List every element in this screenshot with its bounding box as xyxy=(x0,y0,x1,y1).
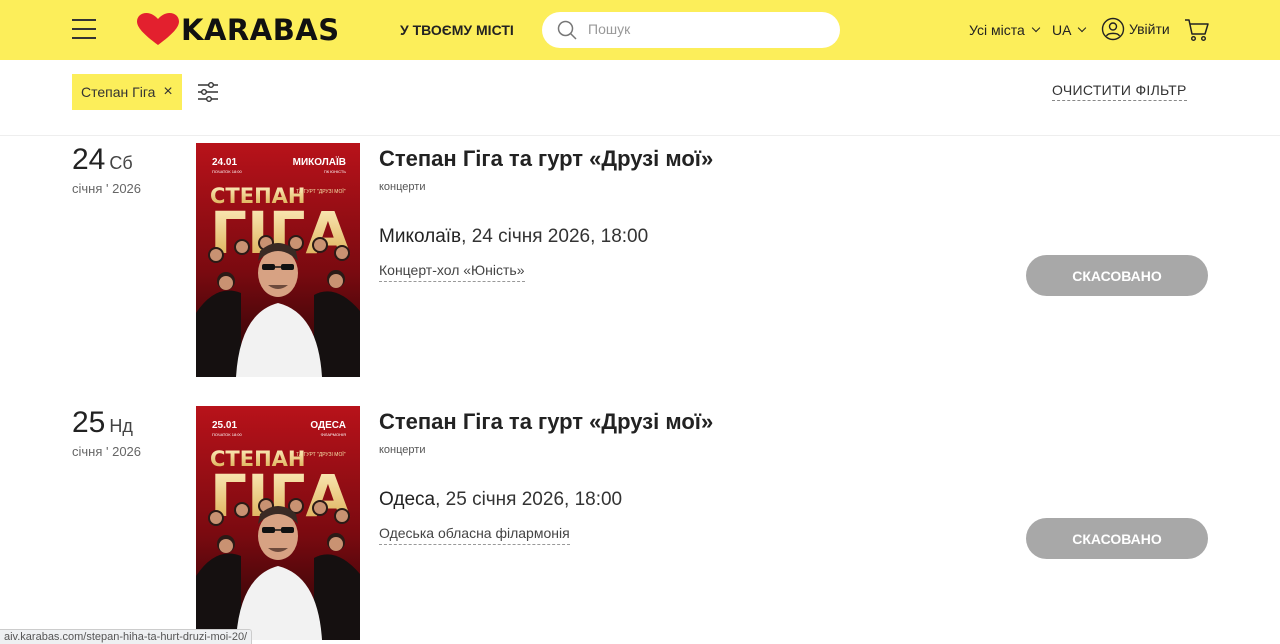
poster-city: МИКОЛАЇВ xyxy=(293,155,346,168)
cancelled-button[interactable]: СКАСОВАНО xyxy=(1026,518,1208,559)
poster-band: ТА ГУРТ "ДРУЗІ МОЇ" xyxy=(296,451,346,458)
cart-icon[interactable] xyxy=(1184,17,1210,43)
event-poster[interactable]: 24.01 ПОЧАТОК 18:00 МИКОЛАЇВ ПК ЮНІСТЬ С… xyxy=(196,143,360,377)
event-poster[interactable]: 25.01 ПОЧАТОК 18:00 ОДЕСА ФІЛАРМОНІЯ СТЕ… xyxy=(196,406,360,640)
search-icon[interactable] xyxy=(557,20,577,40)
filter-settings-icon[interactable] xyxy=(196,80,220,104)
event-month: січня ' 2026 xyxy=(72,444,142,459)
login-button[interactable]: Увійти xyxy=(1101,17,1170,41)
event-city: Одеса xyxy=(379,489,436,510)
menu-icon[interactable] xyxy=(72,19,96,41)
event-day: 25 xyxy=(72,406,106,439)
event-title[interactable]: Степан Гіга та гурт «Друзі мої» xyxy=(379,146,713,172)
language-selector[interactable]: UA xyxy=(1052,22,1087,38)
language-selector-label: UA xyxy=(1052,22,1072,38)
heart-icon xyxy=(137,13,179,45)
event-venue-link[interactable]: Одеська обласна філармонія xyxy=(379,525,570,545)
filter-bar: Степан Гіга × ОЧИСТИТИ ФІЛЬТР xyxy=(0,60,1280,136)
search-input[interactable] xyxy=(588,21,818,37)
poster-time: ПОЧАТОК 18:00 xyxy=(212,169,243,174)
user-icon xyxy=(1101,17,1125,41)
logo-text: KARABAS xyxy=(181,13,340,47)
karabas-logo[interactable]: KARABAS xyxy=(137,13,340,47)
poster-band: ТА ГУРТ "ДРУЗІ МОЇ" xyxy=(296,188,346,195)
event-category[interactable]: концерти xyxy=(379,444,425,456)
poster-hall: ФІЛАРМОНІЯ xyxy=(321,432,347,437)
event-venue-link[interactable]: Концерт-хол «Юність» xyxy=(379,262,525,282)
cancelled-button[interactable]: СКАСОВАНО xyxy=(1026,255,1208,296)
event-date: 25 Нд січня ' 2026 xyxy=(72,406,141,459)
poster-hall: ПК ЮНІСТЬ xyxy=(324,169,347,174)
browser-status-url: aiv.karabas.com/stepan-hiha-ta-hurt-druz… xyxy=(0,629,253,644)
event-day: 24 xyxy=(72,143,106,176)
clear-filter-link[interactable]: ОЧИСТИТИ ФІЛЬТР xyxy=(1052,82,1187,101)
event-item: 25 Нд січня ' 2026 25.01 ПОЧАТОК 18:00 ОД… xyxy=(0,406,1280,644)
city-selector[interactable]: Усі міста xyxy=(969,22,1040,38)
poster-date: 25.01 xyxy=(212,420,237,431)
event-title[interactable]: Степан Гіга та гурт «Друзі мої» xyxy=(379,409,713,435)
top-header: KARABAS У ТВОЄМУ МІСТІ Усі міста UA Увій… xyxy=(0,0,1280,60)
event-category[interactable]: концерти xyxy=(379,181,425,193)
event-place: Миколаїв, 24 січня 2026, 18:00 xyxy=(379,226,648,248)
poster-city: ОДЕСА xyxy=(310,420,346,431)
poster-time: ПОЧАТОК 18:00 xyxy=(212,432,243,437)
event-weekday: Нд xyxy=(109,416,133,436)
poster-image: 25.01 ПОЧАТОК 18:00 ОДЕСА ФІЛАРМОНІЯ СТЕ… xyxy=(196,406,360,640)
filter-chip-label: Степан Гіга xyxy=(81,84,156,100)
chevron-down-icon xyxy=(1078,23,1087,33)
event-place: Одеса, 25 січня 2026, 18:00 xyxy=(379,489,622,511)
event-month: січня ' 2026 xyxy=(72,181,142,196)
chevron-down-icon xyxy=(1031,23,1040,33)
close-icon[interactable]: × xyxy=(163,83,172,101)
login-label: Увійти xyxy=(1129,21,1170,37)
event-city: Миколаїв xyxy=(379,226,462,247)
event-weekday: Сб xyxy=(109,153,133,173)
in-your-city-link[interactable]: У ТВОЄМУ МІСТІ xyxy=(400,22,514,38)
event-datetime: , 25 січня 2026, 18:00 xyxy=(435,489,623,510)
event-datetime: , 24 січня 2026, 18:00 xyxy=(461,226,649,247)
filter-chip[interactable]: Степан Гіга × xyxy=(72,74,182,110)
event-date: 24 Сб січня ' 2026 xyxy=(72,143,141,196)
poster-date: 24.01 xyxy=(212,157,237,168)
search-box xyxy=(542,12,840,48)
city-selector-label: Усі міста xyxy=(969,22,1025,38)
poster-image: 24.01 ПОЧАТОК 18:00 МИКОЛАЇВ ПК ЮНІСТЬ С… xyxy=(196,143,360,377)
event-item: 24 Сб січня ' 2026 24.01 ПОЧАТОК 18:00 МИ… xyxy=(0,143,1280,383)
